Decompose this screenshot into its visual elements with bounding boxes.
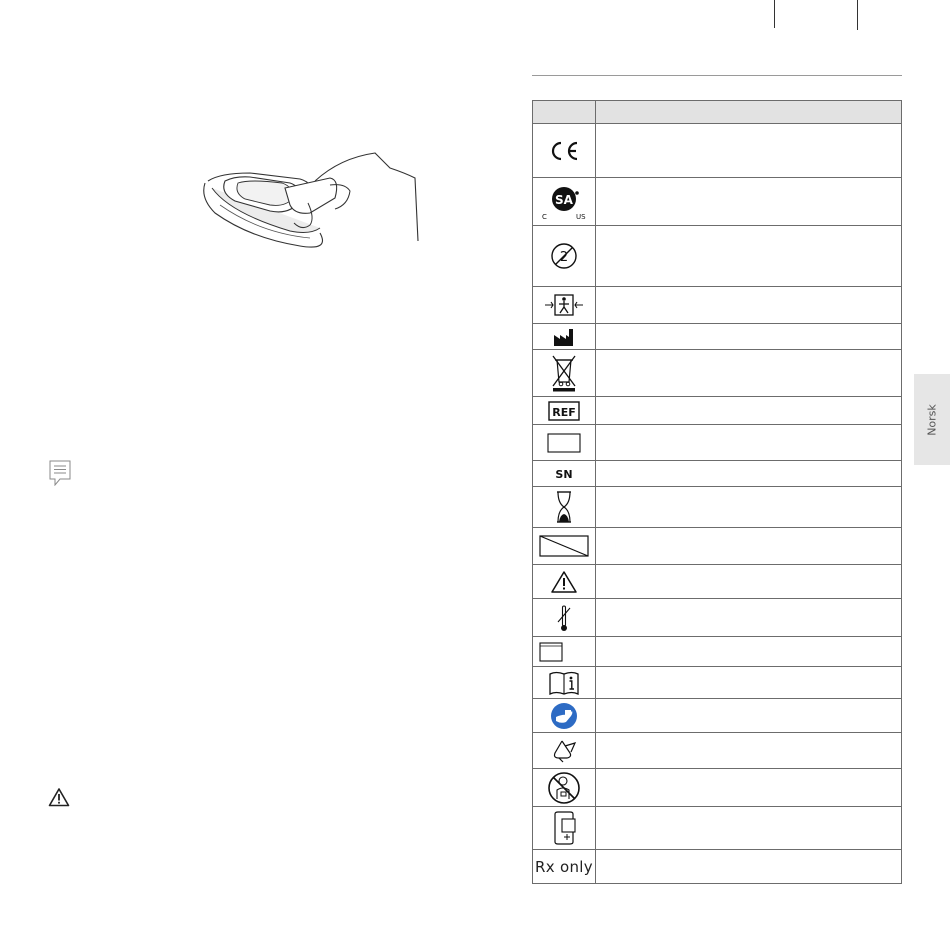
description-column-header bbox=[595, 100, 902, 124]
symbol-description bbox=[595, 698, 902, 733]
symbol-description bbox=[595, 849, 902, 884]
serial-number-icon: SN bbox=[555, 468, 572, 481]
table-row bbox=[532, 527, 902, 565]
table-row: REF bbox=[532, 396, 902, 425]
symbol-description bbox=[595, 424, 902, 461]
type-bf-applied-part-icon bbox=[545, 294, 583, 316]
symbol-description bbox=[595, 460, 902, 487]
table-row bbox=[532, 286, 902, 324]
table-row bbox=[532, 123, 902, 178]
table-row bbox=[532, 806, 902, 850]
table-row: Rx only bbox=[532, 849, 902, 884]
svg-text:REF: REF bbox=[552, 406, 576, 419]
table-row bbox=[532, 732, 902, 769]
hourglass-expiry-icon bbox=[557, 491, 571, 523]
non-sterile-icon bbox=[539, 535, 589, 557]
symbol-description bbox=[595, 636, 902, 667]
table-row bbox=[532, 424, 902, 461]
symbol-description bbox=[595, 486, 902, 528]
symbol-description bbox=[595, 323, 902, 350]
symbol-column-header bbox=[532, 100, 596, 124]
svg-text:C: C bbox=[542, 213, 547, 221]
recyclable-icon bbox=[553, 740, 577, 762]
do-not-reuse-icon: 2 bbox=[551, 243, 577, 269]
empty-box-icon bbox=[539, 641, 563, 662]
table-row bbox=[532, 598, 902, 637]
crop-mark bbox=[857, 0, 858, 30]
symbol-description bbox=[595, 598, 902, 637]
csa-us-mark-icon: SA C US bbox=[542, 186, 586, 221]
storage-icon bbox=[554, 811, 576, 845]
ref-catalog-number-icon: REF bbox=[548, 400, 580, 421]
symbol-description bbox=[595, 732, 902, 769]
consult-instructions-icon bbox=[549, 671, 579, 695]
symbol-description bbox=[595, 349, 902, 397]
language-label: Norsk bbox=[925, 403, 939, 436]
symbol-description bbox=[595, 286, 902, 324]
symbol-description bbox=[595, 564, 902, 599]
crop-mark bbox=[774, 0, 775, 28]
electrode-tray-illustration bbox=[203, 152, 419, 248]
note-icon bbox=[49, 460, 71, 486]
svg-text:US: US bbox=[576, 213, 586, 221]
temperature-limit-icon bbox=[557, 604, 571, 631]
table-row bbox=[532, 323, 902, 350]
table-row: SA C US bbox=[532, 177, 902, 226]
language-side-tab: Norsk bbox=[914, 374, 950, 465]
symbol-description bbox=[595, 396, 902, 425]
table-row bbox=[532, 636, 902, 667]
symbol-description bbox=[595, 768, 902, 807]
rx-only-icon: Rx only bbox=[535, 858, 593, 876]
table-row bbox=[532, 486, 902, 528]
lot-box-icon bbox=[547, 432, 581, 453]
symbol-description bbox=[595, 666, 902, 699]
ce-mark-icon bbox=[551, 141, 578, 160]
no-pacemaker-icon bbox=[548, 771, 580, 804]
table-header-row bbox=[532, 100, 902, 124]
svg-text:SA: SA bbox=[555, 193, 574, 207]
warning-icon bbox=[551, 570, 577, 593]
manufacturer-icon bbox=[554, 328, 573, 346]
symbol-description bbox=[595, 123, 902, 178]
symbol-description bbox=[595, 806, 902, 850]
table-row: SN bbox=[532, 460, 902, 487]
weee-disposal-icon bbox=[552, 355, 576, 392]
table-row bbox=[532, 349, 902, 397]
warning-icon bbox=[48, 788, 70, 807]
table-row bbox=[532, 698, 902, 733]
table-row bbox=[532, 768, 902, 807]
svg-text:SN: SN bbox=[555, 468, 572, 481]
symbol-description bbox=[595, 527, 902, 565]
table-row bbox=[532, 564, 902, 599]
table-row bbox=[532, 666, 902, 699]
follow-instructions-blue-icon bbox=[551, 702, 577, 729]
symbols-table: SA C US 2 REF SN Rx only bbox=[532, 100, 902, 884]
symbol-description bbox=[595, 225, 902, 287]
section-rule bbox=[532, 75, 902, 76]
symbol-description bbox=[595, 177, 902, 226]
table-row: 2 bbox=[532, 225, 902, 287]
